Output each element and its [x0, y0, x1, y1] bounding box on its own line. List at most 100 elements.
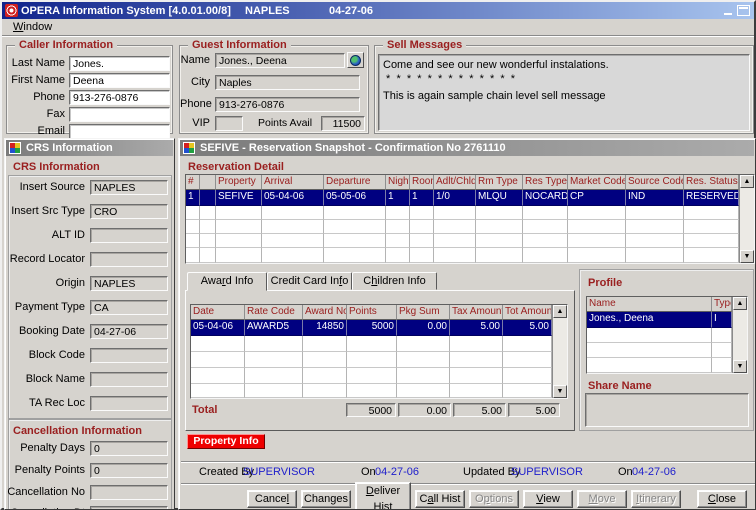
guest-city-label: City [180, 75, 210, 90]
empty-row [587, 328, 732, 343]
points-avail-field[interactable]: 11500 [321, 116, 365, 131]
penalty-points-label: Penalty Points [5, 463, 85, 478]
block-name-field[interactable] [90, 372, 168, 387]
fax-label: Fax [7, 107, 65, 122]
titlebar-date: 04-27-06 [329, 3, 373, 20]
insert-source-field[interactable]: NAPLES [90, 180, 168, 195]
options-button: Options [469, 490, 519, 508]
booking-date-field[interactable]: 04-27-06 [90, 324, 168, 339]
changes-button[interactable]: Changes [301, 490, 351, 508]
insert-src-type-field[interactable]: CRO [90, 204, 168, 219]
fax-input[interactable] [69, 107, 170, 122]
scroll-up-icon[interactable]: ▲ [733, 297, 747, 310]
award-table: DateRate CodeAward NoPointsPkg SumTax Am… [190, 304, 568, 399]
empty-row [191, 352, 552, 368]
sell-messages-box[interactable]: Come and see our new wonderful instalati… [378, 54, 750, 131]
cancel-button[interactable]: Cancel [247, 490, 297, 508]
scroll-up-icon[interactable]: ▲ [740, 175, 754, 188]
minimize-icon[interactable] [722, 5, 735, 16]
reservation-row-selected[interactable]: 1SEFIVE05-04-0605-05-06111/0MLQUNOCARDCP… [186, 190, 739, 206]
empty-row [186, 248, 739, 263]
ta-rec-loc-field[interactable] [90, 396, 168, 411]
vip-field[interactable] [215, 116, 243, 131]
empty-row [186, 234, 739, 248]
award-table-scrollbar[interactable]: ▲ ▼ [552, 305, 567, 398]
tab-award-info[interactable]: Award Info [187, 272, 267, 291]
snapshot-tabs: Award Info Credit Card Info Children Inf… [187, 272, 437, 291]
total-tax-amount-field: 5.00 [453, 403, 506, 417]
tab-credit-card-info[interactable]: Credit Card Info [267, 272, 352, 290]
opera-window: { "colors": { "panel": "#d6d3ce", "title… [0, 0, 756, 510]
block-name-label: Block Name [5, 372, 85, 387]
sell-message-line: This is again sample chain level sell me… [383, 89, 745, 103]
payment-type-label: Payment Type [5, 300, 85, 315]
origin-field[interactable]: NAPLES [90, 276, 168, 291]
snapshot-window-icon [183, 142, 195, 154]
caller-phone-input[interactable]: 913-276-0876 [69, 90, 170, 105]
guest-name-label: Name [180, 53, 210, 68]
scroll-down-icon[interactable]: ▼ [740, 250, 754, 263]
itinerary-button: Itinerary [631, 490, 681, 508]
penalty-days-label: Penalty Days [5, 441, 85, 456]
caller-group-title: Caller Information [15, 39, 117, 51]
origin-label: Origin [5, 276, 85, 291]
cancellation-dt-field[interactable] [90, 506, 168, 510]
penalty-points-field[interactable]: 0 [90, 463, 168, 478]
payment-type-field[interactable]: CA [90, 300, 168, 315]
scroll-down-icon[interactable]: ▼ [733, 360, 747, 373]
menu-window[interactable]: Window [9, 21, 56, 33]
sell-messages-title: Sell Messages [383, 39, 466, 51]
audit-strip: Created By SUPERVISOR On 04-27-06 Update… [181, 461, 755, 484]
crs-window-titlebar[interactable]: CRS Information [6, 140, 173, 156]
guest-name-field[interactable]: Jones., Deena [215, 53, 345, 68]
award-info-panel: DateRate CodeAward NoPointsPkg SumTax Am… [185, 290, 575, 431]
block-code-field[interactable] [90, 348, 168, 363]
guest-city-field[interactable]: Naples [215, 75, 360, 90]
reservation-table-scrollbar[interactable]: ▲ ▼ [739, 175, 754, 263]
created-on-value: 04-27-06 [375, 466, 419, 478]
updated-on-value: 04-27-06 [632, 466, 676, 478]
view-button[interactable]: View [523, 490, 573, 508]
tab-children-info[interactable]: Children Info [352, 272, 437, 290]
scroll-up-icon[interactable]: ▲ [553, 305, 567, 318]
caller-phone-label: Phone [7, 90, 65, 105]
first-name-input[interactable]: Deena [69, 73, 170, 88]
email-input[interactable] [69, 124, 170, 139]
guest-phone-field[interactable]: 913-276-0876 [215, 97, 360, 112]
insert-source-label: Insert Source [5, 180, 85, 195]
app-titlebar: OPERA Information System [4.0.01.00/8] N… [2, 2, 754, 19]
scroll-down-icon[interactable]: ▼ [553, 385, 567, 398]
cancellation-no-field[interactable] [90, 485, 168, 500]
empty-row [587, 358, 732, 373]
updated-on-label: On [618, 466, 633, 478]
created-on-label: On [361, 466, 376, 478]
record-locator-field[interactable] [90, 252, 168, 267]
last-name-input[interactable]: Jones. [69, 56, 170, 71]
profile-row-selected[interactable]: Jones., DeenaI [587, 312, 732, 328]
maximize-icon[interactable] [737, 5, 750, 16]
points-avail-label: Points Avail [258, 116, 318, 131]
guest-group-title: Guest Information [188, 39, 291, 51]
crs-window-icon [9, 142, 21, 154]
close-button[interactable]: Close [697, 490, 747, 508]
empty-row [191, 384, 552, 398]
award-row-selected[interactable]: 05-04-06AWARD51485050000.005.005.00 [191, 320, 552, 336]
created-by-value: SUPERVISOR [243, 466, 315, 478]
empty-row [191, 368, 552, 384]
call-hist-button[interactable]: Call Hist [415, 490, 465, 508]
opera-app-icon [5, 4, 18, 17]
titlebar-property: NAPLES [245, 3, 290, 20]
reservation-detail-title: Reservation Detail [188, 161, 284, 173]
sell-message-line: Come and see our new wonderful instalati… [383, 58, 745, 72]
profile-table-scrollbar[interactable]: ▲ ▼ [732, 297, 747, 373]
last-name-label: Last Name [7, 56, 65, 71]
move-button: Move [577, 490, 627, 508]
profile-lookup-button[interactable] [347, 52, 364, 68]
penalty-days-field[interactable]: 0 [90, 441, 168, 456]
property-info-button[interactable]: Property Info [187, 434, 265, 449]
alt-id-label: ALT ID [5, 228, 85, 243]
snapshot-window-titlebar[interactable]: SEFIVE - Reservation Snapshot - Confirma… [180, 140, 754, 156]
alt-id-field[interactable] [90, 228, 168, 243]
deliver-hist-button[interactable]: Deliver Hist [355, 482, 411, 510]
reservation-detail-table: #PropertyArrivalDepartureNightRoomAdlt/C… [185, 174, 755, 264]
